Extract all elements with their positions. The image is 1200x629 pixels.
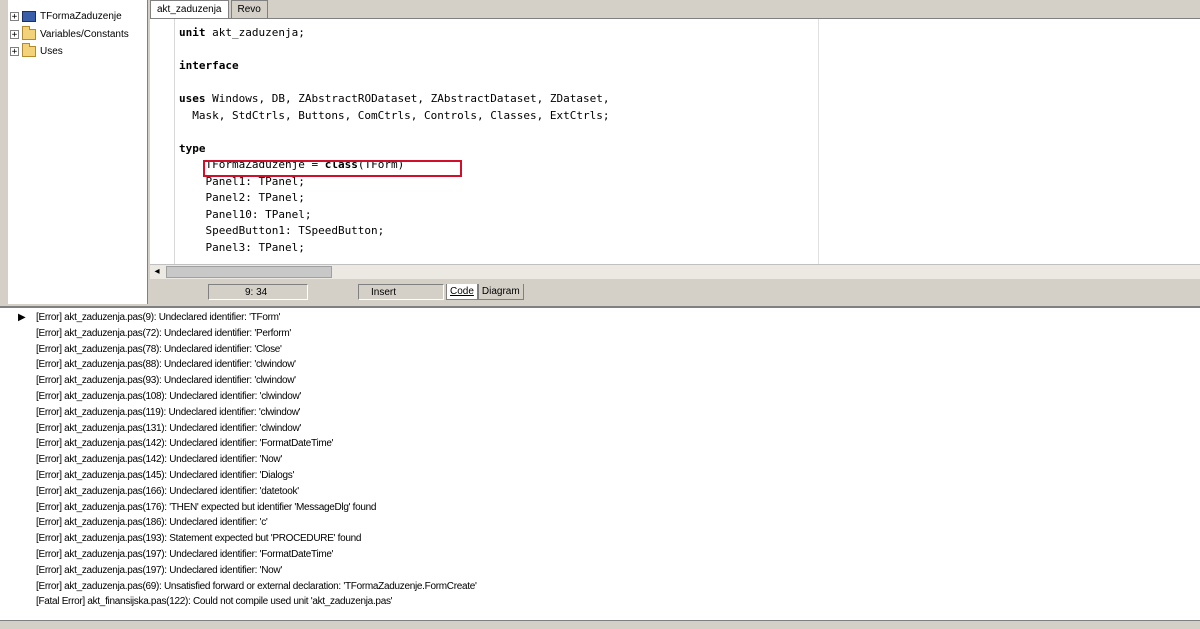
code-line: Mask, StdCtrls, Buttons, ComCtrls, Contr… <box>179 108 610 122</box>
message-row[interactable]: [Error] akt_zaduzenja.pas(142): Undeclar… <box>36 452 477 468</box>
tree-item-label: TFormaZaduzenje <box>40 10 122 22</box>
messages-panel[interactable]: ▶ [Error] akt_zaduzenja.pas(9): Undeclar… <box>0 306 1200 622</box>
message-row[interactable]: [Error] akt_zaduzenja.pas(176): 'THEN' e… <box>36 500 477 516</box>
message-row[interactable]: [Error] akt_zaduzenja.pas(142): Undeclar… <box>36 436 477 452</box>
message-row[interactable]: [Error] akt_zaduzenja.pas(193): Statemen… <box>36 531 477 547</box>
tree-item-label: Variables/Constants <box>40 28 129 40</box>
editor-gutter <box>150 19 175 265</box>
tree-item-label: Uses <box>40 45 63 57</box>
message-row[interactable]: [Error] akt_zaduzenja.pas(197): Undeclar… <box>36 547 477 563</box>
message-row[interactable]: [Error] akt_zaduzenja.pas(131): Undeclar… <box>36 421 477 437</box>
scroll-left-arrow-icon[interactable]: ◂ <box>150 265 164 279</box>
horizontal-scrollbar[interactable]: ◂ <box>150 264 1200 279</box>
tree-item-form[interactable]: + TFormaZaduzenje <box>10 8 122 24</box>
message-row[interactable]: [Error] akt_zaduzenja.pas(72): Undeclare… <box>36 326 477 342</box>
code-line: type <box>179 141 206 155</box>
editor-statusbar: 9: 34 Insert Code Diagram <box>150 282 1200 302</box>
message-row[interactable]: [Fatal Error] akt_finansijska.pas(122): … <box>36 594 477 610</box>
tab-diagram[interactable]: Diagram <box>477 284 524 300</box>
cursor-position: 9: 34 <box>208 284 308 300</box>
code-line: Panel3: TPanel; <box>179 240 305 254</box>
form-icon <box>22 10 36 22</box>
message-list: [Error] akt_zaduzenja.pas(9): Undeclared… <box>36 310 477 610</box>
message-row[interactable]: [Error] akt_zaduzenja.pas(108): Undeclar… <box>36 389 477 405</box>
expand-plus-icon[interactable]: + <box>10 11 19 21</box>
message-row[interactable]: [Error] akt_zaduzenja.pas(78): Undeclare… <box>36 342 477 358</box>
scrollbar-thumb[interactable] <box>166 266 332 278</box>
code-text: unit akt_zaduzenja; interface uses Windo… <box>179 25 609 256</box>
message-row[interactable]: [Error] akt_zaduzenja.pas(166): Undeclar… <box>36 484 477 500</box>
folder-icon <box>22 42 36 57</box>
right-margin-line <box>818 19 819 265</box>
message-row[interactable]: [Error] akt_zaduzenja.pas(88): Undeclare… <box>36 357 477 373</box>
code-line: uses Windows, DB, ZAbstractRODataset, ZA… <box>179 92 610 105</box>
insert-mode: Insert <box>358 284 444 300</box>
view-tabs: Code Diagram <box>446 284 524 300</box>
expand-plus-icon[interactable]: + <box>10 29 19 39</box>
expand-plus-icon[interactable]: + <box>10 46 19 56</box>
editor-tabs: akt_zaduzenja Revo <box>150 0 270 19</box>
folder-icon <box>22 25 36 40</box>
message-row[interactable]: [Error] akt_zaduzenja.pas(186): Undeclar… <box>36 515 477 531</box>
message-row[interactable]: [Error] akt_zaduzenja.pas(145): Undeclar… <box>36 468 477 484</box>
message-row[interactable]: [Error] akt_zaduzenja.pas(93): Undeclare… <box>36 373 477 389</box>
tab-code[interactable]: Code <box>446 284 478 300</box>
code-line: interface <box>179 59 239 72</box>
code-line: SpeedButton1: TSpeedButton; <box>179 224 385 237</box>
current-message-arrow-icon: ▶ <box>18 312 26 323</box>
tab-revo[interactable]: Revo <box>230 0 268 18</box>
message-row[interactable]: [Error] akt_zaduzenja.pas(9): Undeclared… <box>36 310 477 326</box>
message-row[interactable]: [Error] akt_zaduzenja.pas(119): Undeclar… <box>36 405 477 421</box>
tab-akt-zaduzenja[interactable]: akt_zaduzenja <box>150 0 229 19</box>
message-row[interactable]: [Error] akt_zaduzenja.pas(69): Unsatisfi… <box>36 579 477 595</box>
tree-item-variables[interactable]: + Variables/Constants <box>10 25 129 42</box>
code-line: unit akt_zaduzenja; <box>179 26 305 39</box>
tree-left-strip <box>0 0 8 304</box>
structure-tree[interactable]: + TFormaZaduzenje + Variables/Constants … <box>0 0 148 304</box>
code-line: Panel10: TPanel; <box>179 207 312 221</box>
code-line: Panel2: TPanel; <box>179 191 305 204</box>
highlight-box <box>203 160 462 177</box>
code-editor[interactable]: unit akt_zaduzenja; interface uses Windo… <box>150 18 1200 265</box>
tree-item-uses[interactable]: + Uses <box>10 42 63 59</box>
message-row[interactable]: [Error] akt_zaduzenja.pas(197): Undeclar… <box>36 563 477 579</box>
